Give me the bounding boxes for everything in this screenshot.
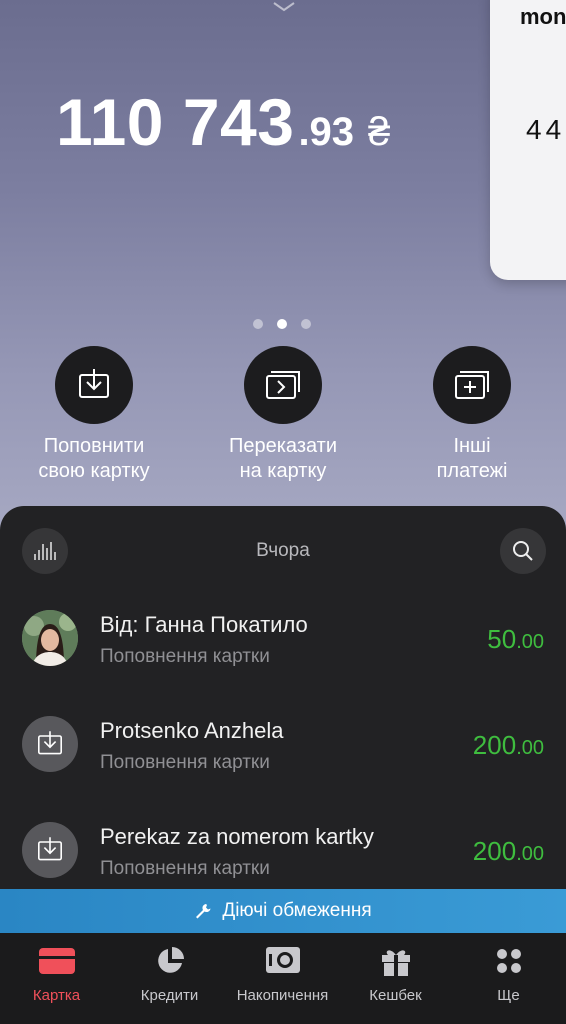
- download-icon: [22, 716, 78, 772]
- bottom-tab-bar: Картка Кредити Накопичення Кешбек Ще: [0, 933, 566, 1024]
- transaction-amount: 200.00: [473, 836, 544, 867]
- top-up-button[interactable]: Поповнити свою картку: [4, 346, 184, 484]
- transfer-card-icon: [244, 346, 322, 424]
- tab-card[interactable]: Картка: [0, 943, 113, 1004]
- carousel-dot-active[interactable]: [277, 319, 287, 329]
- transaction-row[interactable]: Perekaz za nomerom kartky Поповнення кар…: [0, 822, 566, 892]
- transaction-title: Protsenko Anzhela: [100, 718, 284, 743]
- action-label-line: Інші: [453, 435, 491, 457]
- tab-more[interactable]: Ще: [452, 943, 565, 1004]
- avatar: [22, 610, 78, 666]
- action-label-line: на картку: [239, 460, 327, 482]
- action-label-line: Переказати: [228, 435, 338, 457]
- limits-notice-bar[interactable]: Діючі обмеження: [0, 889, 566, 933]
- tab-label: Кредити: [140, 987, 199, 1004]
- carousel-dot[interactable]: [253, 319, 263, 329]
- transaction-amount: 50.00: [487, 624, 544, 655]
- amount-decimal: .00: [516, 631, 544, 653]
- action-label-line: Поповнити: [43, 435, 145, 457]
- gift-icon: [339, 943, 452, 979]
- amount-integer: 50: [487, 624, 517, 654]
- transactions-sheet: Вчора Від: Ганна Покатило Поповнення кар…: [0, 506, 566, 936]
- amount-integer: 200: [472, 730, 517, 760]
- transaction-title: Perekaz za nomerom kartky: [100, 824, 374, 849]
- feed-header: Вчора: [0, 528, 566, 576]
- wrench-icon: [196, 904, 211, 919]
- tab-credits[interactable]: Кредити: [113, 943, 226, 1004]
- transaction-subtitle: Поповнення картки: [100, 646, 270, 667]
- search-icon[interactable]: [500, 528, 546, 574]
- card-brand: mon: [520, 4, 566, 29]
- other-payments-button[interactable]: Інші платежі: [382, 346, 562, 484]
- transaction-subtitle: Поповнення картки: [100, 858, 270, 879]
- limits-notice-label: Діючі обмеження: [222, 900, 372, 921]
- pie-chart-icon: [113, 943, 226, 979]
- savings-icon: [226, 943, 339, 979]
- balance-decimal: .93: [298, 110, 355, 154]
- transaction-row[interactable]: Від: Ганна Покатило Поповнення картки 50…: [0, 610, 566, 680]
- download-icon: [22, 822, 78, 878]
- balance-integer: 110 743: [56, 85, 295, 159]
- add-card-icon: [433, 346, 511, 424]
- more-dots-icon: [452, 943, 565, 979]
- chevron-down-icon[interactable]: [271, 0, 297, 14]
- tab-label: Накопичення: [236, 987, 329, 1004]
- amount-decimal: .00: [516, 737, 544, 759]
- transaction-subtitle: Поповнення картки: [100, 752, 270, 773]
- balance-panel: 110 743 .93 ₴ mon 44 Поповнити свою карт…: [0, 0, 566, 540]
- action-label-line: свою картку: [38, 460, 150, 482]
- tab-savings[interactable]: Накопичення: [226, 943, 339, 1004]
- transaction-row[interactable]: Protsenko Anzhela Поповнення картки 200.…: [0, 716, 566, 786]
- carousel-dot[interactable]: [301, 319, 311, 329]
- card-number: 44: [526, 114, 566, 145]
- tab-label: Картка: [32, 987, 81, 1004]
- amount-integer: 200: [472, 836, 517, 866]
- tab-cashback[interactable]: Кешбек: [339, 943, 452, 1004]
- amount-decimal: .00: [516, 843, 544, 865]
- tab-label: Кешбек: [369, 987, 422, 1004]
- transaction-amount: 200.00: [473, 730, 544, 761]
- tab-label: Ще: [497, 987, 520, 1004]
- transaction-title: Від: Ганна Покатило: [100, 612, 308, 637]
- next-card-preview[interactable]: mon 44: [490, 0, 566, 280]
- balance-currency: ₴: [368, 110, 391, 154]
- carousel-dots: [253, 319, 311, 329]
- feed-date-title: Вчора: [256, 540, 310, 561]
- card-icon: [0, 943, 113, 979]
- balance-amount: 110 743 .93 ₴: [56, 84, 390, 160]
- download-icon: [55, 346, 133, 424]
- action-label-line: платежі: [436, 460, 508, 482]
- transfer-button[interactable]: Переказати на картку: [193, 346, 373, 484]
